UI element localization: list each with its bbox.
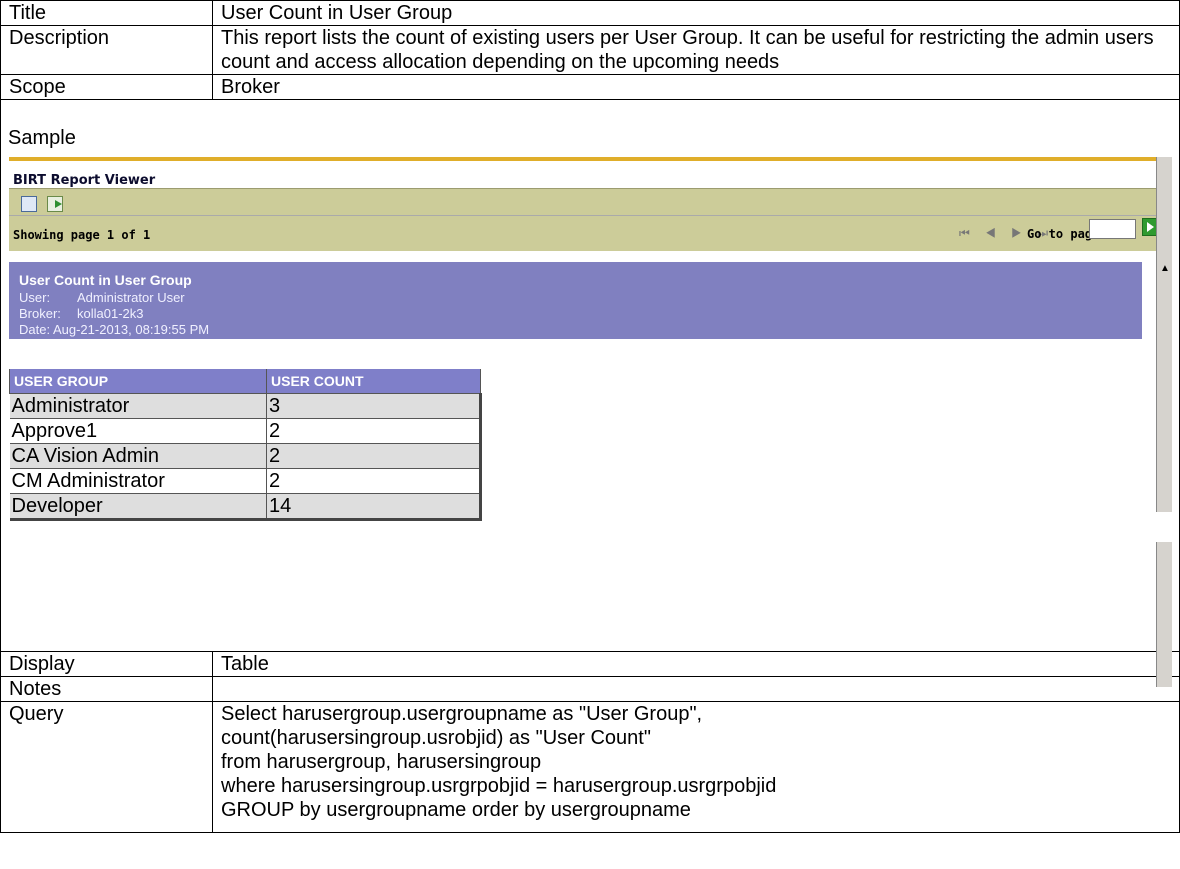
query-value: Select harusergroup.usergroupname as "Us… (212, 701, 1180, 833)
row-description: Description This report lists the count … (0, 25, 1180, 75)
query-line: count(harusersingroup.usrobjid) as "User… (221, 727, 651, 749)
table-row: Developer 14 (9, 493, 482, 521)
title-value: User Count in User Group (212, 0, 1180, 26)
table-row: CM Administrator 2 (9, 468, 482, 494)
user-group-cell: Approve1 (9, 418, 267, 444)
table-header-row: USER GROUP USER COUNT (9, 369, 481, 394)
page-status: Showing page 1 of 1 (13, 228, 151, 242)
user-count-cell: 2 (266, 443, 482, 469)
goto-page-input[interactable] (1089, 219, 1136, 239)
report-header: User Count in User Group User: Administra… (9, 262, 1142, 339)
user-count-cell: 3 (266, 393, 482, 419)
birt-report-viewer: BIRT Report Viewer Showing page 1 of 1 ⏮… (9, 157, 1172, 687)
scroll-up-icon[interactable]: ▲ (1160, 257, 1170, 281)
query-line: GROUP by usergroupname order by usergrou… (221, 799, 691, 821)
export-icon[interactable] (47, 196, 63, 212)
user-count-cell: 2 (266, 418, 482, 444)
viewer-toolbar: Showing page 1 of 1 ⏮ ◀ ▶ ⏭ Go to page: (9, 188, 1158, 251)
accent-line (9, 157, 1156, 161)
row-scope: Scope Broker (0, 74, 1180, 100)
user-count-cell: 2 (266, 468, 482, 494)
query-label: Query (0, 701, 213, 833)
user-count-table: USER GROUP USER COUNT Administrator 3 Ap… (9, 369, 482, 521)
description-label: Description (0, 25, 213, 75)
title-label: Title (0, 0, 213, 26)
table-row: Approve1 2 (9, 418, 482, 444)
description-value: This report lists the count of existing … (212, 25, 1180, 75)
user-group-cell: Administrator (9, 393, 267, 419)
scope-label: Scope (0, 74, 213, 100)
row-sample: Sample BIRT Report Viewer Showing page 1… (0, 99, 1180, 687)
user-count-cell: 14 (266, 493, 482, 521)
vertical-scrollbar-lower[interactable] (1156, 542, 1172, 687)
table-row: Administrator 3 (9, 393, 482, 419)
toc-icon[interactable] (21, 196, 37, 212)
user-group-cell: Developer (9, 493, 267, 521)
query-line: where harusersingroup.usrgrpobjid = haru… (221, 775, 777, 797)
query-line: from harusergroup, harusersingroup (221, 751, 542, 773)
column-header-user-group: USER GROUP (9, 369, 267, 394)
column-header-user-count: USER COUNT (266, 369, 481, 394)
report-date: Date: Aug-21-2013, 08:19:55 PM (19, 322, 210, 337)
scope-value: Broker (212, 74, 1180, 100)
row-title: Title User Count in User Group (0, 0, 1180, 26)
sample-cell: Sample BIRT Report Viewer Showing page 1… (0, 99, 1180, 687)
user-group-cell: CA Vision Admin (9, 443, 267, 469)
row-query: Query Select harusergroup.usergroupname … (0, 701, 1180, 833)
query-line: Select harusergroup.usergroupname as "Us… (221, 703, 703, 725)
navigation-bar: Showing page 1 of 1 ⏮ ◀ ▶ ⏭ Go to page: (9, 215, 1158, 244)
vertical-scrollbar[interactable]: ▲ (1156, 157, 1172, 512)
table-row: CA Vision Admin 2 (9, 443, 482, 469)
user-group-cell: CM Administrator (9, 468, 267, 494)
sample-label: Sample (8, 127, 76, 149)
spec-table: Title User Count in User Group Descripti… (0, 0, 1180, 833)
